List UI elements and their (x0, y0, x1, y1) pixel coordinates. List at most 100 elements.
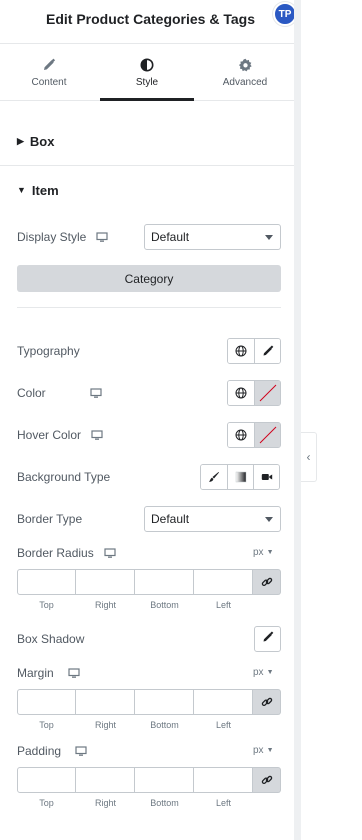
margin-left-input[interactable] (194, 689, 253, 715)
chevron-down-icon: ▼ (266, 747, 274, 754)
hover-color-controls (227, 422, 281, 448)
chevron-down-icon (265, 235, 273, 240)
tab-content-label: Content (31, 77, 67, 88)
border-radius-dimensions (17, 569, 281, 595)
chevron-down-icon (265, 517, 273, 522)
editor-panel: Edit Product Categories & Tags TP Conten… (0, 0, 301, 840)
background-type-choices (200, 464, 280, 490)
box-shadow-edit-button[interactable] (254, 626, 281, 652)
pencil-icon (262, 630, 274, 648)
dimension-label-top: Top (39, 798, 54, 808)
margin-dimensions (17, 689, 281, 715)
panel-header: Edit Product Categories & Tags TP (0, 0, 301, 44)
border-type-label: Border Type (17, 512, 83, 526)
panel-tabs: Content Style Advanced (0, 45, 294, 101)
color-label: Color (17, 386, 46, 400)
padding-dimension-labels: Top Right Bottom Left (17, 798, 253, 808)
desktop-icon[interactable] (104, 547, 116, 559)
padding-right-input[interactable] (76, 767, 135, 793)
padding-bottom-input[interactable] (135, 767, 194, 793)
scrollbar-thumb[interactable] (294, 0, 301, 840)
margin-top-input[interactable] (17, 689, 76, 715)
category-button[interactable]: Category (17, 265, 281, 292)
margin-label-row: Margin (17, 665, 80, 681)
dimension-label-right: Right (94, 720, 116, 730)
dimension-label-bottom: Bottom (150, 720, 179, 730)
tab-style-label: Style (135, 77, 159, 88)
tab-advanced[interactable]: Advanced (196, 45, 294, 100)
border-radius-label: Border Radius (17, 546, 94, 560)
hover-color-label-row: Hover Color (17, 427, 103, 443)
dimension-label-top: Top (39, 600, 54, 610)
desktop-icon[interactable] (96, 231, 108, 243)
border-radius-dimension-labels: Top Right Bottom Left (17, 600, 253, 610)
dimension-label-right: Right (94, 600, 116, 610)
tab-advanced-label: Advanced (222, 77, 268, 88)
border-radius-right-input[interactable] (76, 569, 135, 595)
desktop-icon[interactable] (68, 667, 80, 679)
globe-icon[interactable] (228, 423, 254, 447)
padding-left-input[interactable] (194, 767, 253, 793)
display-style-label: Display Style (17, 230, 87, 244)
typography-controls (227, 338, 281, 364)
section-item-toggle[interactable]: ▼ Item (0, 158, 294, 222)
panel-scrollbar[interactable] (294, 0, 301, 840)
globe-icon[interactable] (228, 381, 254, 405)
typography-label: Typography (17, 344, 80, 358)
border-radius-top-input[interactable] (17, 569, 76, 595)
preview-area-edge (301, 0, 362, 840)
border-radius-left-input[interactable] (194, 569, 253, 595)
video-icon[interactable] (253, 465, 279, 489)
chevron-down-icon: ▼ (266, 669, 274, 676)
half-circle-icon (140, 56, 154, 74)
color-controls (227, 380, 281, 406)
margin-unit-select[interactable]: px ▼ (253, 667, 274, 678)
gear-icon (238, 56, 253, 74)
margin-label: Margin (17, 666, 54, 680)
desktop-icon[interactable] (75, 745, 87, 757)
padding-unit-select[interactable]: px ▼ (253, 745, 274, 756)
section-box-title: Box (29, 133, 55, 149)
color-swatch-empty[interactable] (254, 381, 280, 405)
desktop-icon[interactable] (91, 429, 103, 441)
gradient-icon[interactable] (227, 465, 253, 489)
padding-top-input[interactable] (17, 767, 76, 793)
display-style-select[interactable]: Default (144, 224, 281, 250)
padding-unit: px (253, 745, 264, 756)
dimension-label-left: Left (215, 600, 231, 610)
border-radius-bottom-input[interactable] (135, 569, 194, 595)
link-icon[interactable] (253, 569, 281, 595)
caret-right-icon: ▶ (17, 135, 24, 146)
desktop-icon[interactable] (90, 387, 102, 399)
border-radius-unit-select[interactable]: px ▼ (253, 547, 274, 558)
color-swatch-empty[interactable] (254, 423, 280, 447)
tab-style[interactable]: Style (98, 45, 196, 101)
dimension-label-right: Right (94, 798, 116, 808)
border-type-select[interactable]: Default (144, 506, 281, 532)
inner-divider (17, 307, 281, 308)
dimension-label-bottom: Bottom (150, 600, 179, 610)
collapse-panel-button[interactable]: ‹ (301, 432, 317, 482)
tab-content[interactable]: Content (0, 45, 98, 100)
typography-label-row: Typography (17, 343, 80, 359)
display-style-label-row: Display Style (17, 229, 108, 245)
box-shadow-label-row: Box Shadow (17, 631, 84, 647)
padding-label: Padding (17, 744, 62, 758)
dimension-label-left: Left (215, 720, 231, 730)
pencil-icon[interactable] (254, 339, 280, 363)
panel-title: Edit Product Categories & Tags (46, 11, 255, 27)
margin-unit: px (253, 667, 264, 678)
border-radius-unit: px (253, 547, 264, 558)
margin-right-input[interactable] (76, 689, 135, 715)
link-icon[interactable] (253, 689, 281, 715)
chevron-down-icon: ▼ (266, 549, 274, 556)
color-label-row: Color (17, 385, 102, 401)
margin-bottom-input[interactable] (135, 689, 194, 715)
dimension-label-top: Top (39, 720, 54, 730)
box-shadow-label: Box Shadow (17, 632, 85, 646)
dimension-label-left: Left (215, 798, 231, 808)
brush-icon[interactable] (201, 465, 227, 489)
link-icon[interactable] (253, 767, 281, 793)
background-type-label: Background Type (17, 470, 111, 484)
globe-icon[interactable] (228, 339, 254, 363)
